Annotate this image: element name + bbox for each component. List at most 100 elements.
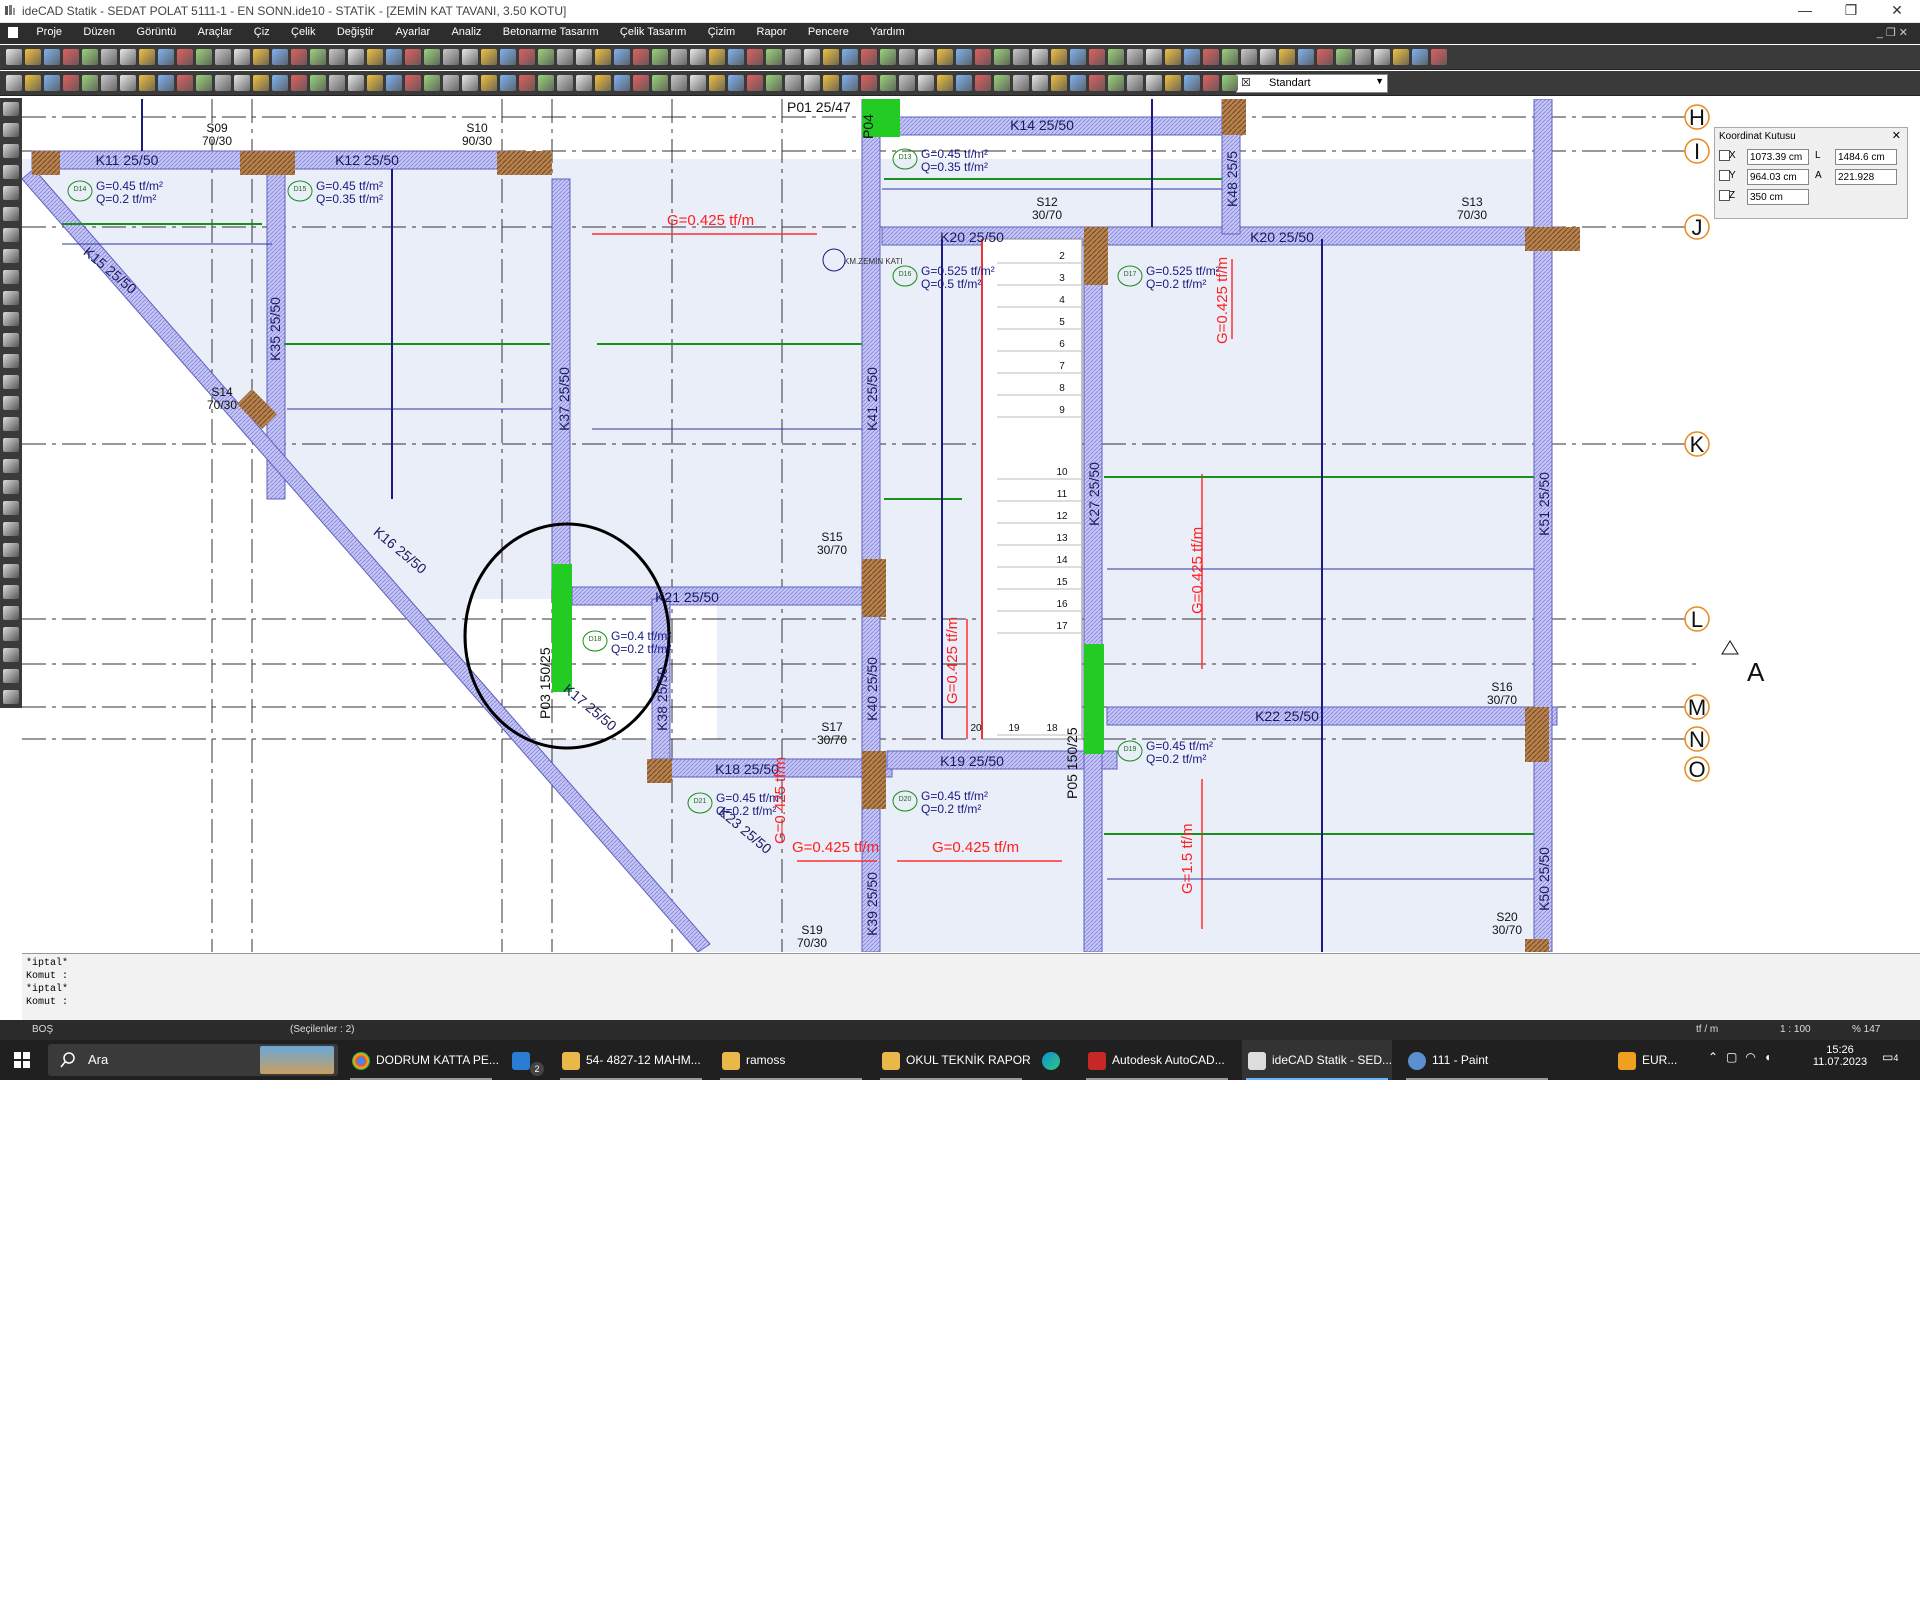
l-length-input[interactable] xyxy=(1835,149,1897,165)
style-select[interactable]: ☒ Standart ▼ xyxy=(1236,74,1388,93)
toolbar-tool-icon[interactable] xyxy=(652,75,668,91)
toolbar-tool-icon[interactable] xyxy=(386,49,402,65)
toolbar-tool-icon[interactable] xyxy=(1127,49,1143,65)
toolbar-tool-icon[interactable] xyxy=(899,49,915,65)
toolbar-tool-icon[interactable] xyxy=(329,49,345,65)
status-unit[interactable]: tf / m xyxy=(1696,1024,1718,1035)
toolbar-tool-icon[interactable] xyxy=(215,49,231,65)
maximize-button[interactable]: ❐ xyxy=(1828,0,1874,22)
menu-rapor[interactable]: Rapor xyxy=(748,23,796,44)
toolbar-tool-icon[interactable] xyxy=(880,49,896,65)
toolbar-tool-icon[interactable] xyxy=(747,49,763,65)
toolbar-tool-icon[interactable] xyxy=(158,49,174,65)
status-zoom[interactable]: % 147 xyxy=(1852,1024,1880,1035)
toolbar-tool-icon[interactable] xyxy=(1355,49,1371,65)
toolbar-tool-icon[interactable] xyxy=(557,75,573,91)
left-tool-icon[interactable] xyxy=(3,354,19,368)
toolbar-tool-icon[interactable] xyxy=(614,49,630,65)
toolbar-tool-icon[interactable] xyxy=(690,75,706,91)
toolbar-tool-icon[interactable] xyxy=(367,75,383,91)
menu-araclar[interactable]: Araçlar xyxy=(189,23,242,44)
toolbar-tool-icon[interactable] xyxy=(367,49,383,65)
menu-celik[interactable]: Çelik xyxy=(282,23,324,44)
left-tool-icon[interactable] xyxy=(3,291,19,305)
toolbar-tool-icon[interactable] xyxy=(6,75,22,91)
menu-ayarlar[interactable]: Ayarlar xyxy=(386,23,439,44)
toolbar-tool-icon[interactable] xyxy=(310,75,326,91)
toolbar-tool-icon[interactable] xyxy=(1184,75,1200,91)
menu-goruntu[interactable]: Görüntü xyxy=(128,23,186,44)
toolbar-tool-icon[interactable] xyxy=(1165,49,1181,65)
toolbar-tool-icon[interactable] xyxy=(1203,49,1219,65)
toolbar-tool-icon[interactable] xyxy=(481,75,497,91)
toolbar-tool-icon[interactable] xyxy=(25,49,41,65)
toolbar-tool-icon[interactable] xyxy=(272,75,288,91)
toolbar-tool-icon[interactable] xyxy=(709,75,725,91)
toolbar-tool-icon[interactable] xyxy=(25,75,41,91)
toolbar-tool-icon[interactable] xyxy=(158,75,174,91)
task-folder-3[interactable]: OKUL TEKNİK RAPOR xyxy=(876,1040,1031,1080)
toolbar-tool-icon[interactable] xyxy=(424,75,440,91)
toolbar-tool-icon[interactable] xyxy=(538,75,554,91)
status-scale[interactable]: 1 : 100 xyxy=(1780,1024,1811,1035)
menu-cizim[interactable]: Çizim xyxy=(699,23,745,44)
toolbar-tool-icon[interactable] xyxy=(994,75,1010,91)
close-button[interactable]: ✕ xyxy=(1874,0,1920,22)
toolbar-tool-icon[interactable] xyxy=(1317,49,1333,65)
toolbar-tool-icon[interactable] xyxy=(1374,49,1390,65)
drawing-canvas[interactable]: K11 25/50 K12 25/50 K14 25/50 K20 25/50 K20 … xyxy=(22,99,1920,952)
toolbar-tool-icon[interactable] xyxy=(804,49,820,65)
toolbar-tool-icon[interactable] xyxy=(196,49,212,65)
toolbar-tool-icon[interactable] xyxy=(557,49,573,65)
toolbar-tool-icon[interactable] xyxy=(500,49,516,65)
toolbar-tool-icon[interactable] xyxy=(671,75,687,91)
toolbar-tool-icon[interactable] xyxy=(177,49,193,65)
document-icon[interactable] xyxy=(8,27,18,38)
toolbar-tool-icon[interactable] xyxy=(120,49,136,65)
structural-plan[interactable]: K11 25/50 K12 25/50 K14 25/50 K20 25/50 K20 … xyxy=(22,99,1920,952)
left-tool-icon[interactable] xyxy=(3,144,19,158)
toolbar-tool-icon[interactable] xyxy=(1279,49,1295,65)
toolbar-tool-icon[interactable] xyxy=(1089,75,1105,91)
toolbar-tool-icon[interactable] xyxy=(405,75,421,91)
left-tool-icon[interactable] xyxy=(3,207,19,221)
toolbar-tool-icon[interactable] xyxy=(652,49,668,65)
windows-start-icon[interactable] xyxy=(14,1052,30,1068)
menu-pencere[interactable]: Pencere xyxy=(799,23,858,44)
toolbar-tool-icon[interactable] xyxy=(576,49,592,65)
menu-ciz[interactable]: Çiz xyxy=(245,23,279,44)
task-folder-2[interactable]: ramoss xyxy=(716,1040,866,1080)
left-tool-icon[interactable] xyxy=(3,270,19,284)
toolbar-tool-icon[interactable] xyxy=(766,75,782,91)
toolbar-tool-icon[interactable] xyxy=(1203,75,1219,91)
toolbar-tool-icon[interactable] xyxy=(272,49,288,65)
toolbar-tool-icon[interactable] xyxy=(956,49,972,65)
toolbar-tool-icon[interactable] xyxy=(1013,75,1029,91)
toolbar-tool-icon[interactable] xyxy=(747,75,763,91)
toolbar-tool-icon[interactable] xyxy=(519,49,535,65)
toolbar-tool-icon[interactable] xyxy=(348,75,364,91)
menu-analiz[interactable]: Analiz xyxy=(442,23,490,44)
left-tool-icon[interactable] xyxy=(3,522,19,536)
task-paint[interactable]: 111 - Paint xyxy=(1402,1040,1552,1080)
toolbar-tool-icon[interactable] xyxy=(1108,49,1124,65)
left-tool-icon[interactable] xyxy=(3,249,19,263)
left-tool-icon[interactable] xyxy=(3,669,19,683)
toolbar-tool-icon[interactable] xyxy=(633,75,649,91)
toolbar-tool-icon[interactable] xyxy=(823,49,839,65)
toolbar-tool-icon[interactable] xyxy=(405,49,421,65)
taskbar-search-box[interactable]: Ara xyxy=(48,1044,338,1076)
toolbar-tool-icon[interactable] xyxy=(177,75,193,91)
toolbar-tool-icon[interactable] xyxy=(918,49,934,65)
toolbar-tool-icon[interactable] xyxy=(785,75,801,91)
toolbar-tool-icon[interactable] xyxy=(63,75,79,91)
toolbar-tool-icon[interactable] xyxy=(101,49,117,65)
toolbar-tool-icon[interactable] xyxy=(1222,75,1238,91)
z-coordinate-input[interactable] xyxy=(1747,189,1809,205)
y-coordinate-input[interactable] xyxy=(1747,169,1809,185)
clock[interactable]: 15:26 11.07.2023 xyxy=(1805,1044,1875,1068)
tray-weather[interactable]: EUR... xyxy=(1614,1040,1694,1080)
toolbar-tool-icon[interactable] xyxy=(500,75,516,91)
toolbar-tool-icon[interactable] xyxy=(234,75,250,91)
toolbar-tool-icon[interactable] xyxy=(329,75,345,91)
